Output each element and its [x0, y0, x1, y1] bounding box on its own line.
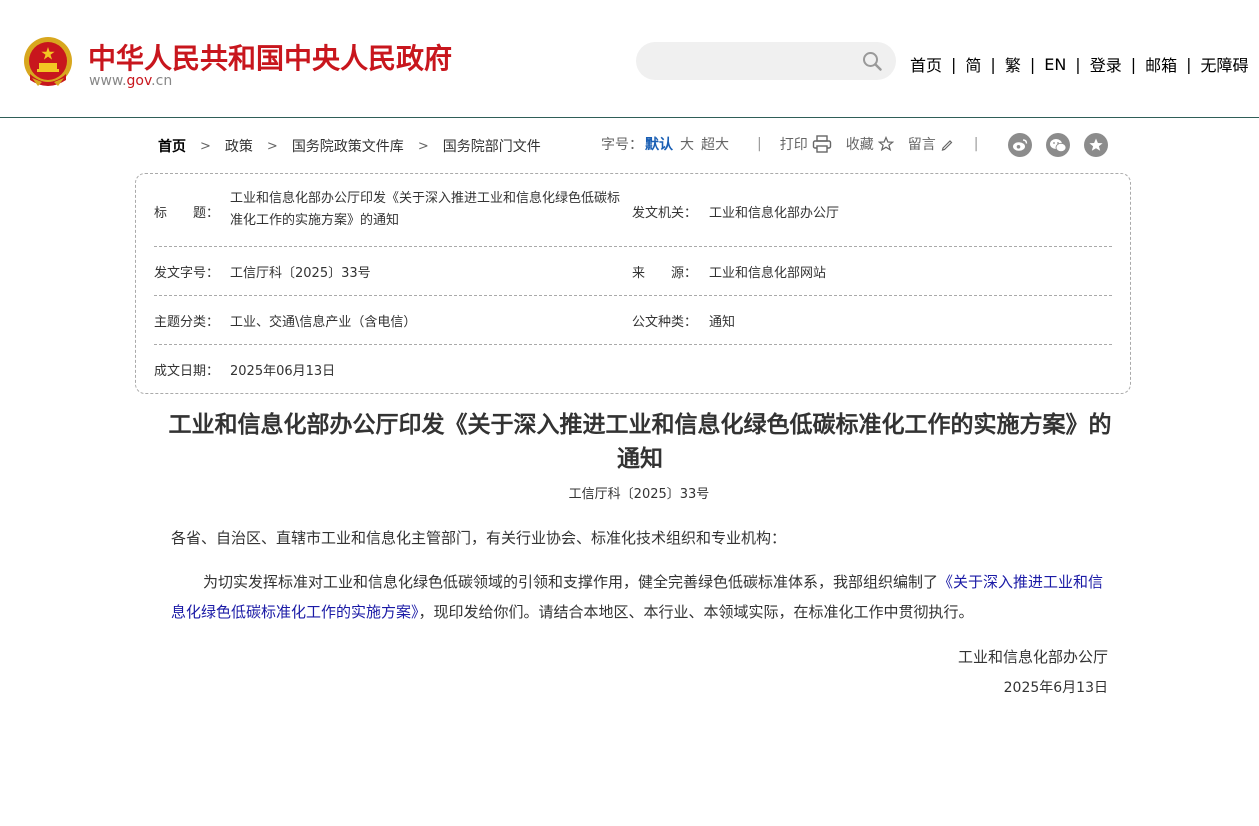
- meta-date-label: 成文日期：: [154, 360, 219, 379]
- nav-separator: |: [951, 55, 956, 74]
- comment-button[interactable]: 留言: [908, 134, 954, 154]
- meta-title-label: 标 题：: [154, 202, 219, 221]
- comment-label: 留言: [908, 134, 936, 154]
- nav-separator: |: [1075, 55, 1080, 74]
- site-url-suffix: .cn: [151, 73, 172, 89]
- toolbar-separator: |: [974, 136, 979, 152]
- star-icon: [878, 136, 894, 152]
- search-input[interactable]: [636, 42, 896, 80]
- font-size-label: 字号：: [601, 134, 643, 154]
- article-doc-number: 工信厅科〔2025〕33号: [0, 483, 1259, 502]
- breadcrumb-home[interactable]: 首页: [158, 136, 186, 156]
- wechat-glyph-icon: [1049, 138, 1067, 153]
- site-title[interactable]: 中华人民共和国中央人民政府: [88, 37, 452, 77]
- chevron-right-icon: >: [200, 139, 211, 154]
- meta-source-label: 来 源：: [632, 262, 697, 281]
- signature-organization: 工业和信息化部办公厅: [958, 646, 1108, 667]
- nav-english[interactable]: EN: [1044, 55, 1066, 74]
- site-url-prefix: www.: [89, 73, 127, 89]
- meta-divider: [154, 295, 1112, 296]
- article-toolbar: 字号： 默认 大 超大 | 打印 收藏 留言 |: [601, 134, 978, 154]
- favorite-button[interactable]: 收藏: [846, 134, 894, 154]
- wechat-icon[interactable]: [1046, 133, 1070, 157]
- nav-mail[interactable]: 邮箱: [1145, 52, 1177, 76]
- meta-docno-value: 工信厅科〔2025〕33号: [230, 262, 371, 281]
- pencil-icon: [940, 137, 954, 151]
- font-size-large[interactable]: 大: [680, 134, 694, 154]
- site-url-gov: gov: [127, 73, 152, 89]
- meta-type-label: 公文种类：: [632, 311, 697, 330]
- nav-accessibility[interactable]: 无障碍: [1201, 52, 1249, 76]
- font-size-default[interactable]: 默认: [645, 134, 673, 154]
- meta-source-value: 工业和信息化部网站: [709, 262, 826, 281]
- body-text-post: ，现印发给你们。请结合本地区、本行业、本领域实际，在标准化工作中贯彻执行。: [419, 603, 974, 621]
- breadcrumb-policy[interactable]: 政策: [225, 136, 253, 156]
- weibo-glyph-icon: [1012, 138, 1028, 152]
- meta-title-value: 工业和信息化部办公厅印发《关于深入推进工业和信息化绿色低碳标准化工作的实施方案》…: [230, 188, 626, 232]
- signature-date: 2025年6月13日: [1004, 677, 1108, 697]
- toolbar-separator: |: [757, 136, 762, 152]
- top-nav: 首页 | 简 | 繁 | EN | 登录 | 邮箱 | 无障碍: [910, 52, 1249, 76]
- meta-topic-label: 主题分类：: [154, 311, 219, 330]
- breadcrumb-policy-library[interactable]: 国务院政策文件库: [292, 136, 404, 156]
- breadcrumb-dept-docs[interactable]: 国务院部门文件: [443, 136, 541, 156]
- document-info-box: 标 题： 工业和信息化部办公厅印发《关于深入推进工业和信息化绿色低碳标准化工作的…: [135, 173, 1131, 394]
- nav-separator: |: [1131, 55, 1136, 74]
- weibo-icon[interactable]: [1008, 133, 1032, 157]
- meta-type-value: 通知: [709, 311, 735, 330]
- meta-date-value: 2025年06月13日: [230, 360, 335, 379]
- nav-separator: |: [1186, 55, 1191, 74]
- meta-issuer-value: 工业和信息化部办公厅: [709, 202, 839, 221]
- site-header: 中华人民共和国中央人民政府 www.gov.cn 首页 | 简 | 繁 | EN…: [0, 0, 1259, 118]
- article-body-paragraph: 为切实发挥标准对工业和信息化绿色低碳领域的引领和支撑作用，健全完善绿色低碳标准体…: [171, 567, 1111, 627]
- qzone-icon[interactable]: [1084, 133, 1108, 157]
- meta-docno-label: 发文字号：: [154, 262, 219, 281]
- nav-separator: |: [990, 55, 995, 74]
- nav-traditional[interactable]: 繁: [1005, 52, 1021, 76]
- print-button[interactable]: 打印: [780, 134, 832, 154]
- breadcrumb: 首页 > 政策 > 国务院政策文件库 > 国务院部门文件: [158, 136, 541, 156]
- font-size-xlarge[interactable]: 超大: [701, 134, 729, 154]
- nav-separator: |: [1030, 55, 1035, 74]
- article-salutation: 各省、自治区、直辖市工业和信息化主管部门，有关行业协会、标准化技术组织和专业机构…: [171, 527, 786, 548]
- meta-row-title: 标 题： 工业和信息化部办公厅印发《关于深入推进工业和信息化绿色低碳标准化工作的…: [154, 188, 1112, 232]
- printer-icon: [812, 135, 832, 153]
- nav-home[interactable]: 首页: [910, 52, 942, 76]
- chevron-right-icon: >: [418, 139, 429, 154]
- star-glyph-icon: [1088, 137, 1104, 153]
- meta-divider: [154, 246, 1112, 247]
- print-label: 打印: [780, 134, 808, 154]
- nav-simplified[interactable]: 简: [965, 52, 981, 76]
- body-text-pre: 为切实发挥标准对工业和信息化绿色低碳领域的引领和支撑作用，健全完善绿色低碳标准体…: [203, 573, 938, 591]
- nav-login[interactable]: 登录: [1090, 52, 1122, 76]
- favorite-label: 收藏: [846, 134, 874, 154]
- article-title: 工业和信息化部办公厅印发《关于深入推进工业和信息化绿色低碳标准化工作的实施方案》…: [160, 408, 1120, 476]
- national-emblem-icon[interactable]: [22, 36, 74, 90]
- search-icon[interactable]: [862, 51, 882, 71]
- site-url: www.gov.cn: [89, 73, 172, 89]
- meta-topic-value: 工业、交通\信息产业（含电信）: [230, 311, 416, 330]
- chevron-right-icon: >: [267, 139, 278, 154]
- meta-issuer-label: 发文机关：: [632, 202, 697, 221]
- meta-divider: [154, 344, 1112, 345]
